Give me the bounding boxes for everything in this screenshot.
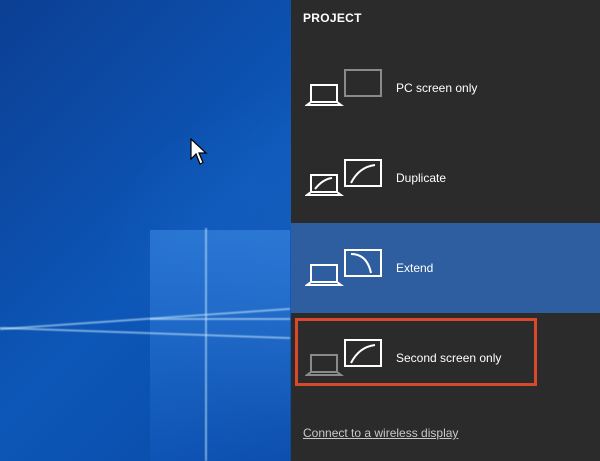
option-pc-screen-only[interactable]: PC screen only bbox=[291, 43, 600, 133]
project-panel: PROJECT PC screen only Duplicate Extend … bbox=[291, 0, 600, 461]
pc-screen-only-icon bbox=[304, 68, 383, 108]
connect-wireless-display-link[interactable]: Connect to a wireless display bbox=[303, 426, 458, 440]
option-extend[interactable]: Extend bbox=[291, 223, 600, 313]
wallpaper-beam bbox=[150, 318, 290, 320]
panel-title: PROJECT bbox=[303, 11, 362, 25]
wallpaper-beam bbox=[205, 228, 207, 461]
annotation-highlight-box bbox=[295, 318, 537, 386]
mouse-cursor-icon bbox=[190, 138, 208, 165]
option-label: Extend bbox=[396, 261, 434, 275]
option-label: Duplicate bbox=[396, 171, 447, 185]
option-label: PC screen only bbox=[396, 81, 478, 95]
wallpaper-window-glow bbox=[150, 230, 290, 461]
duplicate-icon bbox=[304, 158, 383, 198]
option-duplicate[interactable]: Duplicate bbox=[291, 133, 600, 223]
extend-icon bbox=[304, 248, 383, 288]
